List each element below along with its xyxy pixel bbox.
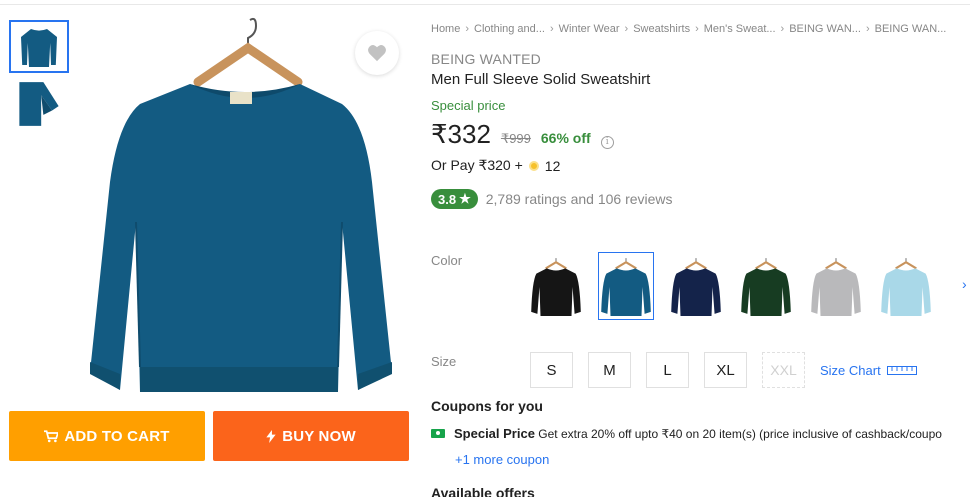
buy-now-button[interactable]: BUY NOW (213, 411, 409, 461)
more-coupon-link[interactable]: +1 more coupon (455, 452, 549, 467)
size-label: Size (431, 354, 457, 369)
coupons-heading: Coupons for you (431, 398, 543, 414)
ruler-icon (886, 365, 917, 375)
color-swatch-dark-green[interactable] (738, 252, 794, 320)
thumbnail-folded[interactable] (9, 77, 69, 130)
color-label: Color (431, 253, 463, 268)
size-option-l[interactable]: L (646, 352, 689, 388)
top-divider (0, 4, 970, 5)
rating-row: 3.8 ★ 2,789 ratings and 106 reviews (431, 189, 673, 209)
breadcrumb-item[interactable]: BEING WAN... (789, 23, 861, 35)
or-pay-text: Or Pay ₹320 + (431, 157, 523, 173)
color-swatch-black[interactable] (528, 252, 584, 320)
size-chart-label: Size Chart (820, 362, 881, 378)
ratings-count[interactable]: 2,789 ratings and 106 reviews (486, 191, 673, 207)
chevron-right-icon: › (624, 23, 629, 35)
color-swatch-grey[interactable] (808, 252, 864, 320)
breadcrumb: Home › Clothing and... › Winter Wear › Sweatsh… (431, 23, 970, 35)
size-option-s[interactable]: S (530, 352, 573, 388)
wishlist-button[interactable] (355, 31, 399, 75)
chevron-right-icon: › (549, 23, 554, 35)
star-icon: ★ (459, 191, 471, 206)
chevron-right-icon: › (780, 23, 785, 35)
lightning-icon (266, 429, 276, 443)
color-swatch-sky-blue[interactable] (878, 252, 934, 320)
size-option-xxl: XXL (762, 352, 805, 388)
coupon-description: Get extra 20% off upto ₹40 on 20 item(s)… (538, 427, 942, 441)
coupon-title: Special Price (454, 426, 535, 441)
size-option-xl[interactable]: XL (704, 352, 747, 388)
chevron-right-icon: › (865, 23, 870, 35)
rating-badge[interactable]: 3.8 ★ (431, 189, 478, 209)
size-options: S M L XL XXL Size Chart (530, 352, 917, 388)
color-swatch-navy[interactable] (668, 252, 724, 320)
add-to-cart-label: ADD TO CART (64, 427, 170, 445)
breadcrumb-item: BEING WAN... (874, 23, 947, 35)
brand-name[interactable]: BEING WANTED (431, 51, 541, 67)
breadcrumb-item[interactable]: Sweatshirts (633, 23, 690, 35)
breadcrumb-item[interactable]: Men's Sweat... (704, 23, 776, 35)
product-image[interactable] (80, 12, 410, 402)
cart-icon (44, 429, 59, 442)
color-options (528, 252, 934, 320)
or-pay-coins: 12 (544, 157, 561, 174)
thumbnail-front[interactable] (9, 20, 69, 73)
breadcrumb-item[interactable]: Winter Wear (559, 23, 620, 35)
thumbnail-list (9, 20, 71, 134)
info-icon[interactable]: i (600, 135, 614, 149)
rating-value: 3.8 (438, 191, 457, 207)
chevron-right-icon[interactable]: › (962, 276, 967, 292)
heart-icon (368, 45, 386, 62)
breadcrumb-item[interactable]: Home (431, 23, 460, 35)
supercoin-icon (528, 160, 539, 171)
or-pay-row: Or Pay ₹320 + 12 (431, 157, 560, 174)
coupon-item: Special Price Get extra 20% off upto ₹40… (431, 426, 942, 441)
chevron-right-icon: › (465, 23, 470, 35)
mrp-price: ₹999 (500, 131, 531, 146)
breadcrumb-item[interactable]: Clothing and... (474, 23, 545, 35)
product-title: Men Full Sleeve Solid Sweatshirt (431, 71, 651, 88)
size-option-m[interactable]: M (588, 352, 631, 388)
size-chart-link[interactable]: Size Chart (820, 363, 917, 378)
buy-now-label: BUY NOW (282, 427, 356, 445)
chevron-right-icon: › (695, 23, 699, 35)
add-to-cart-button[interactable]: ADD TO CART (9, 411, 205, 461)
available-offers-heading: Available offers (431, 485, 535, 497)
selling-price: ₹332 (431, 119, 491, 149)
price-row: ₹332 ₹999 66% off i (431, 119, 614, 150)
special-price-label: Special price (431, 98, 506, 113)
color-swatch-teal-blue[interactable] (598, 252, 654, 320)
offer-tag-icon (431, 429, 445, 438)
discount-percent: 66% off (540, 130, 591, 146)
